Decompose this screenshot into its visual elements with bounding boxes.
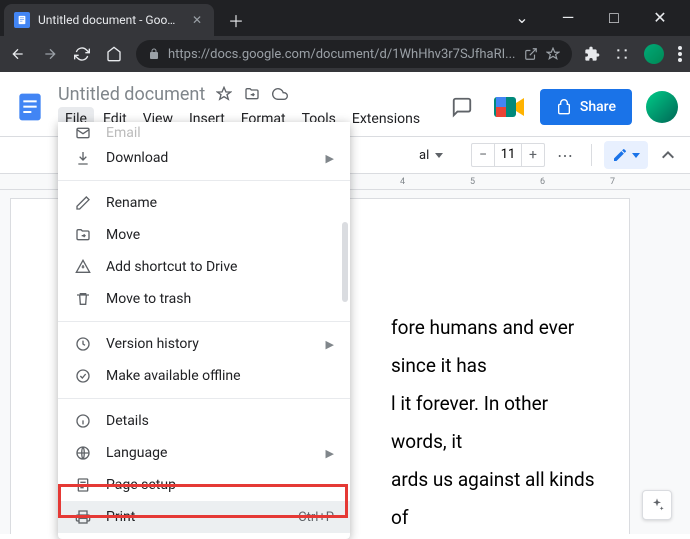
menu-item-move[interactable]: Move bbox=[58, 219, 350, 251]
document-title[interactable]: Untitled document bbox=[58, 84, 205, 105]
details-icon bbox=[74, 412, 92, 430]
download-icon bbox=[74, 149, 92, 167]
menu-item-trash[interactable]: Move to trash bbox=[58, 283, 350, 315]
maximize-button[interactable]: □ bbox=[600, 8, 628, 28]
font-size-value[interactable]: 11 bbox=[494, 144, 522, 166]
more-toolbar-icon[interactable]: ⋯ bbox=[551, 146, 579, 165]
browser-tab[interactable]: Untitled document - Google Doc ✕ bbox=[4, 4, 214, 36]
menu-item-page-setup[interactable]: Page setup bbox=[58, 469, 350, 501]
browser-menu-icon[interactable] bbox=[678, 46, 682, 62]
move-to-folder-icon[interactable] bbox=[243, 85, 261, 103]
tab-title: Untitled document - Google Doc bbox=[38, 13, 182, 27]
chevron-down-icon[interactable]: ⌄ bbox=[508, 8, 536, 28]
submenu-arrow-icon: ▶ bbox=[326, 338, 334, 351]
overflow-icon[interactable] bbox=[614, 46, 630, 62]
file-menu-dropdown: Email Download ▶ Rename Move Add shortcu… bbox=[58, 122, 350, 539]
share-label: Share bbox=[580, 99, 616, 115]
collapse-toolbar-icon[interactable] bbox=[662, 151, 674, 159]
account-avatar[interactable] bbox=[646, 91, 678, 123]
menu-item-rename[interactable]: Rename bbox=[58, 187, 350, 219]
menu-item-email[interactable]: Email bbox=[58, 124, 350, 142]
paragraph-style-dropdown[interactable]: al bbox=[415, 143, 465, 167]
font-size-increase[interactable]: + bbox=[522, 147, 544, 163]
menu-item-details[interactable]: Details bbox=[58, 405, 350, 437]
menu-item-version-history[interactable]: Version history ▶ bbox=[58, 328, 350, 360]
language-icon bbox=[74, 444, 92, 462]
lock-icon bbox=[148, 48, 160, 60]
menu-separator bbox=[58, 321, 350, 322]
back-button[interactable] bbox=[8, 44, 28, 64]
explore-button[interactable] bbox=[642, 490, 672, 520]
docs-favicon bbox=[14, 12, 30, 28]
reload-button[interactable] bbox=[72, 44, 92, 64]
meet-button[interactable] bbox=[494, 95, 526, 119]
font-size-decrease[interactable]: − bbox=[472, 147, 494, 163]
history-icon bbox=[74, 335, 92, 353]
menu-item-language[interactable]: Language ▶ bbox=[58, 437, 350, 469]
editing-mode-button[interactable] bbox=[604, 141, 648, 169]
print-icon bbox=[74, 508, 92, 526]
docs-logo[interactable] bbox=[12, 89, 48, 125]
share-button[interactable]: Share bbox=[540, 89, 632, 125]
body-line: ards us against all kinds of bbox=[391, 461, 599, 534]
home-button[interactable] bbox=[104, 44, 124, 64]
add-shortcut-icon bbox=[74, 258, 92, 276]
tab-close-icon[interactable]: ✕ bbox=[190, 13, 204, 27]
browser-titlebar: Untitled document - Google Doc ✕ ＋ ⌄ — □… bbox=[0, 0, 690, 36]
url-text: https://docs.google.com/document/d/1WhHh… bbox=[168, 47, 516, 62]
body-line: l it forever. In other words, it bbox=[391, 385, 599, 461]
menu-scrollbar[interactable] bbox=[342, 222, 348, 302]
separator bbox=[591, 144, 592, 166]
forward-button[interactable] bbox=[40, 44, 60, 64]
menu-item-offline[interactable]: Make available offline bbox=[58, 360, 350, 392]
submenu-arrow-icon: ▶ bbox=[326, 152, 334, 165]
comments-icon[interactable] bbox=[444, 89, 480, 125]
offline-icon bbox=[74, 367, 92, 385]
bookmark-icon[interactable] bbox=[546, 47, 560, 61]
extension-badge[interactable] bbox=[644, 44, 664, 64]
email-icon bbox=[74, 124, 92, 142]
address-bar[interactable]: https://docs.google.com/document/d/1WhHh… bbox=[136, 40, 572, 68]
menu-separator bbox=[58, 398, 350, 399]
menu-separator bbox=[58, 180, 350, 181]
trash-icon bbox=[74, 290, 92, 308]
font-size-group: − 11 + bbox=[471, 143, 545, 167]
menu-item-download[interactable]: Download ▶ bbox=[58, 142, 350, 174]
menu-extensions[interactable]: Extensions bbox=[345, 107, 427, 131]
move-icon bbox=[74, 226, 92, 244]
shortcut-text: Ctrl+P bbox=[298, 510, 334, 525]
menu-item-print[interactable]: Print Ctrl+P bbox=[58, 501, 350, 533]
extensions-icon[interactable] bbox=[584, 46, 600, 62]
submenu-arrow-icon: ▶ bbox=[326, 447, 334, 460]
body-line: fore humans and ever since it has bbox=[391, 309, 599, 385]
new-tab-button[interactable]: ＋ bbox=[222, 6, 250, 34]
close-window-button[interactable]: ✕ bbox=[646, 8, 674, 28]
menu-item-add-shortcut[interactable]: Add shortcut to Drive bbox=[58, 251, 350, 283]
window-controls: ⌄ — □ ✕ bbox=[508, 8, 686, 28]
rename-icon bbox=[74, 194, 92, 212]
share-url-icon[interactable] bbox=[524, 47, 538, 61]
star-icon[interactable] bbox=[215, 85, 233, 103]
minimize-button[interactable]: — bbox=[554, 8, 582, 28]
cloud-status-icon[interactable] bbox=[271, 85, 289, 103]
page-setup-icon bbox=[74, 476, 92, 494]
browser-toolbar: https://docs.google.com/document/d/1WhHh… bbox=[0, 36, 690, 72]
